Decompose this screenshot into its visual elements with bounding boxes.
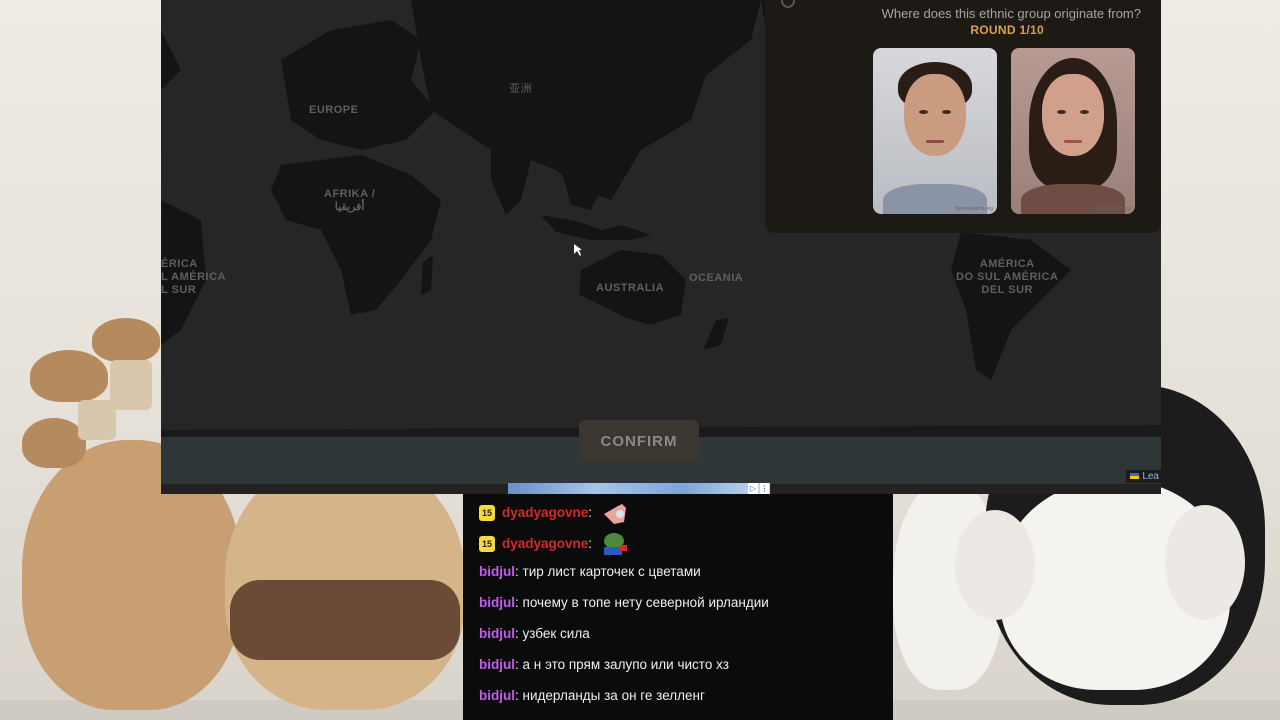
ukraine-flag-icon — [1130, 473, 1140, 480]
chat-text: узбек сила — [522, 626, 590, 641]
chat-username[interactable]: bidjul — [479, 626, 515, 641]
ad-close-icon[interactable]: ⋮ — [760, 483, 769, 494]
map-label-south-america-right: AMÉRICA DO SUL AMÉRICA DEL SUR — [956, 258, 1059, 296]
chat-message: 15 dyadyagovne: — [479, 530, 630, 558]
chat-message: bidjul: узбек сила — [479, 620, 590, 648]
pepe-emote-icon — [603, 533, 627, 556]
portrait-watermark: faceresearch.org — [955, 206, 993, 212]
subscriber-badge: 15 — [479, 536, 495, 553]
bunny-sweater — [230, 580, 460, 660]
mushroom — [30, 350, 108, 402]
chat-message: bidjul: тир лист карточек с цветами — [479, 558, 701, 586]
chat-username[interactable]: bidjul — [479, 657, 515, 672]
chat-username[interactable]: bidjul — [479, 688, 515, 703]
mushroom-stem — [110, 360, 152, 410]
chat-colon: : — [515, 595, 523, 610]
chat-colon: : — [515, 657, 523, 672]
portrait-mouth — [926, 140, 944, 143]
portrait-face — [904, 74, 966, 156]
portrait-male: faceresearch.org — [873, 48, 997, 214]
portrait-eye — [919, 110, 928, 114]
mushroom — [22, 418, 86, 468]
portrait-eye — [1057, 110, 1066, 114]
attribution-text: Lea — [1142, 471, 1159, 482]
round-indicator: ROUND 1/10 — [970, 23, 1044, 37]
confirm-button[interactable]: CONFIRM — [579, 420, 699, 462]
map-label-oceania: OCEANIA — [689, 272, 744, 284]
portrait-eye — [1080, 110, 1089, 114]
chat-text: а н это прям залупо или чисто хз — [522, 657, 729, 672]
mushroom-stem — [78, 400, 116, 440]
map-label-africa: AFRIKA / أفريقيا — [324, 188, 376, 213]
chat-username[interactable]: dyadyagovne — [502, 505, 588, 520]
question-panel: Where does this ethnic group originate f… — [765, 0, 1161, 233]
chat-colon: : — [515, 626, 523, 641]
chat-message: bidjul: почему в топе нету северной ирла… — [479, 589, 769, 617]
map-label-australia: AUSTRALIA — [596, 282, 665, 294]
mushroom — [92, 318, 160, 362]
portrait-watermark: faceresearch.org — [1093, 206, 1131, 212]
portrait-mouth — [1064, 140, 1082, 143]
chat-username[interactable]: dyadyagovne — [502, 536, 588, 551]
question-text: Where does this ethnic group originate f… — [881, 6, 1141, 21]
chat-text: почему в топе нету северной ирландии — [522, 595, 769, 610]
bunny-ear — [1165, 505, 1245, 620]
ad-info-icon[interactable]: ▷ — [748, 483, 758, 494]
portrait-eye — [942, 110, 951, 114]
leaflet-attribution[interactable]: Lea — [1126, 470, 1161, 483]
bunny-ear — [955, 510, 1035, 620]
chat-colon: : — [515, 688, 523, 703]
map-label-south-america-left: ÉRICA L AMÉRICA L SUR — [161, 258, 226, 296]
subscriber-badge: 15 — [479, 505, 495, 522]
chat-username[interactable]: bidjul — [479, 564, 515, 579]
chat-colon: : — [515, 564, 523, 579]
ad-banner[interactable]: ▷ ⋮ — [508, 483, 770, 494]
map-label-europe: EUROPE — [309, 104, 359, 116]
chat-username[interactable]: bidjul — [479, 595, 515, 610]
portrait-face — [1042, 74, 1104, 156]
chat-message: bidjul: а н это прям залупо или чисто хз — [479, 651, 729, 679]
chat-colon: : — [588, 505, 593, 520]
portrait-female: faceresearch.org — [1011, 48, 1135, 214]
pointing-emote-icon — [603, 504, 626, 525]
chat-text: тир лист карточек с цветами — [522, 564, 701, 579]
chat-message: bidjul: нидерланды за он ге зелленг — [479, 682, 705, 710]
map-label-asia: 亚洲 — [509, 83, 532, 95]
chat-panel: 15 dyadyagovne: 15 dyadyagovne: bidjul: ти… — [463, 494, 893, 720]
game-window: EUROPE 亚洲 AFRIKA / أفريقيا AUSTRALIA OCE… — [161, 0, 1161, 494]
chat-colon: : — [588, 536, 593, 551]
chat-text: нидерланды за он ге зелленг — [522, 688, 705, 703]
chat-message: 15 dyadyagovne: — [479, 499, 630, 527]
